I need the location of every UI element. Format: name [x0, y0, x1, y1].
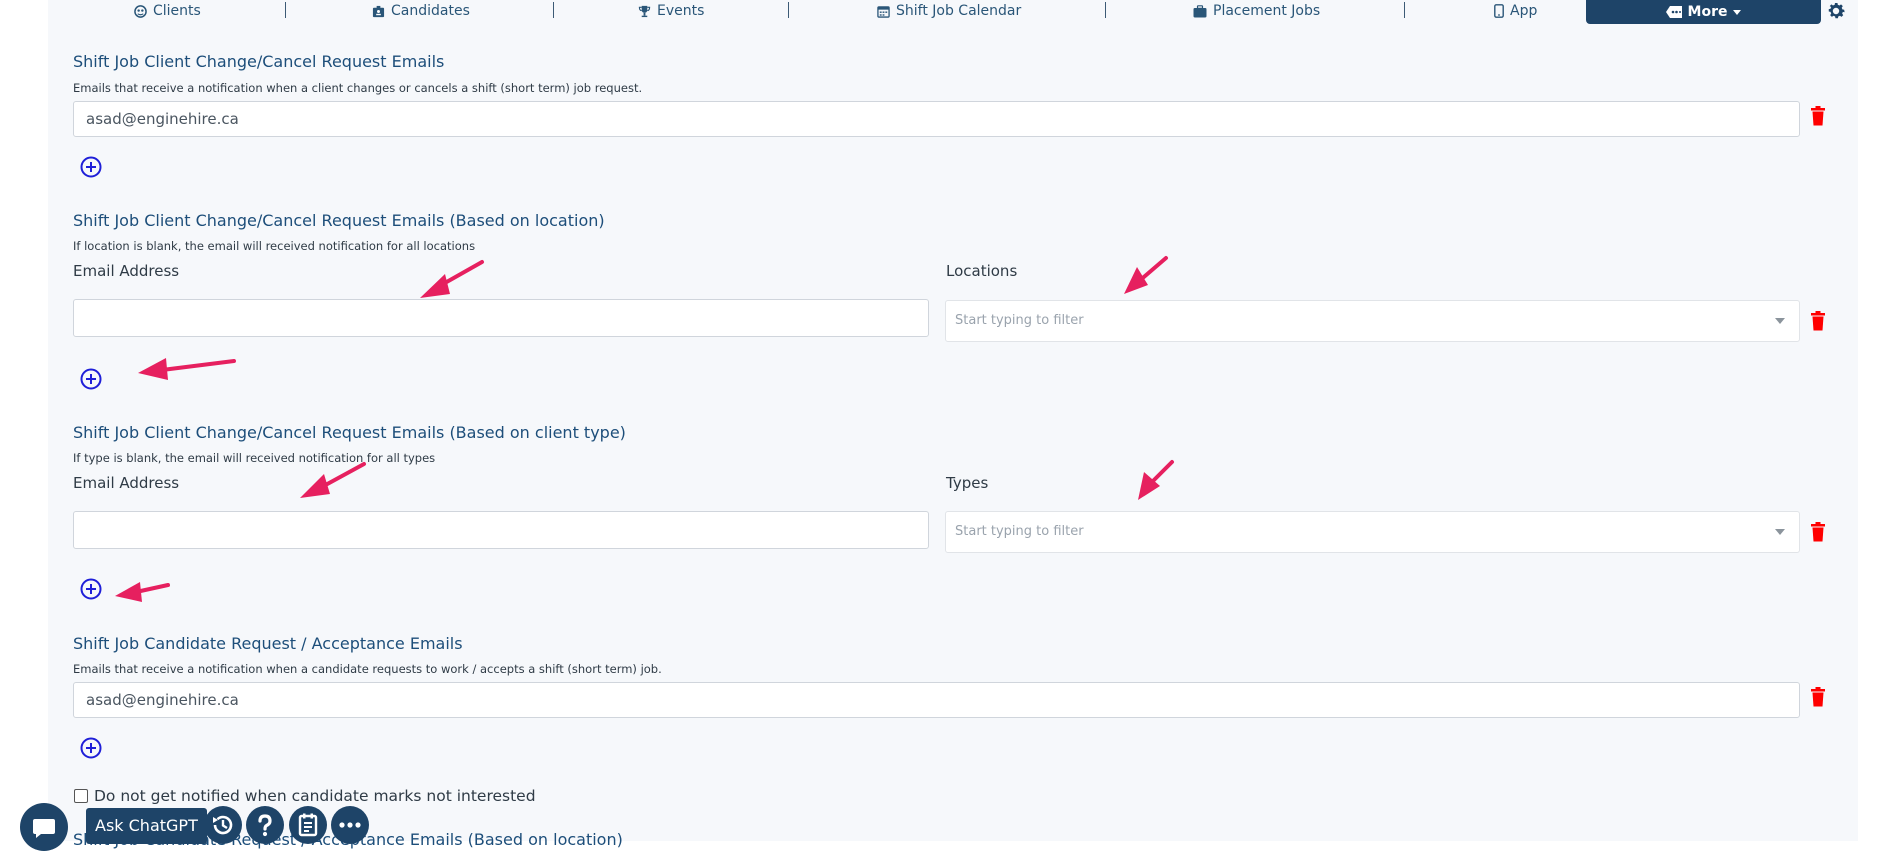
add-circle-icon[interactable] [80, 156, 102, 178]
nav-item-events[interactable]: Events [638, 1, 704, 21]
trophy-icon [638, 5, 651, 17]
top-navigation: Clients Candidates Events Shift Job Cale… [0, 0, 1890, 24]
select-placeholder: Start typing to filter [955, 313, 1084, 328]
section-title: Shift Job Candidate Request / Acceptance… [73, 634, 463, 653]
annotation-arrow [1124, 256, 1168, 294]
more-menu-button[interactable]: More [1586, 0, 1821, 24]
notes-button[interactable] [289, 806, 327, 844]
tag-icon [1665, 6, 1682, 18]
chat-button[interactable] [20, 803, 68, 851]
annotation-arrow [115, 582, 170, 602]
locations-label: Locations [946, 262, 1018, 280]
nav-label: App [1510, 3, 1538, 19]
nav-item-app[interactable]: App [1494, 1, 1537, 21]
section-description: Emails that receive a notification when … [73, 81, 643, 95]
calendar-icon [877, 5, 890, 18]
caret-down-icon [1775, 318, 1785, 324]
ask-chatgpt-button[interactable]: Ask ChatGPT [86, 808, 207, 844]
nav-label: Placement Jobs [1213, 3, 1321, 19]
nav-item-shift-job-calendar[interactable]: Shift Job Calendar [877, 1, 1021, 21]
more-options-button[interactable] [331, 806, 369, 844]
caret-down-icon [1733, 9, 1742, 15]
section-title: Shift Job Client Change/Cancel Request E… [73, 52, 445, 71]
nav-item-placement-jobs[interactable]: Placement Jobs [1193, 1, 1320, 21]
candidates-icon [372, 5, 385, 17]
phone-icon [1494, 4, 1504, 18]
trash-icon[interactable] [1810, 106, 1826, 126]
section-description: Emails that receive a notification when … [73, 662, 662, 676]
notepad-icon [298, 813, 318, 837]
clients-icon [134, 4, 147, 18]
email-input[interactable] [73, 299, 929, 337]
annotation-arrow [300, 462, 366, 498]
caret-down-icon [1775, 529, 1785, 535]
trash-icon[interactable] [1810, 522, 1826, 542]
section-description: If type is blank, the email will receive… [73, 451, 436, 465]
nav-label: Shift Job Calendar [896, 3, 1022, 19]
types-select[interactable]: Start typing to filter [945, 511, 1800, 553]
annotation-arrow [420, 260, 484, 298]
select-placeholder: Start typing to filter [955, 524, 1084, 539]
add-circle-icon[interactable] [80, 578, 102, 600]
nav-label: Clients [153, 3, 201, 19]
not-interested-checkbox[interactable] [74, 789, 88, 803]
section-title: Shift Job Client Change/Cancel Request E… [73, 211, 605, 230]
email-input[interactable] [73, 511, 929, 549]
add-circle-icon[interactable] [80, 737, 102, 759]
annotation-arrow [138, 358, 236, 380]
history-button[interactable] [204, 806, 242, 844]
history-icon [213, 815, 233, 835]
nav-item-clients[interactable]: Clients [134, 1, 201, 21]
chat-icon [33, 819, 55, 838]
nav-label: Candidates [391, 3, 470, 19]
more-label: More [1687, 4, 1728, 20]
trash-icon[interactable] [1810, 311, 1826, 331]
checkbox-label: Do not get notified when candidate marks… [94, 787, 536, 805]
nav-item-candidates[interactable]: Candidates [372, 1, 470, 21]
section-title: Shift Job Client Change/Cancel Request E… [73, 423, 626, 442]
briefcase-icon [1193, 4, 1207, 17]
help-button[interactable] [246, 806, 284, 844]
add-circle-icon[interactable] [80, 368, 102, 390]
section-description: If location is blank, the email will rec… [73, 239, 476, 253]
gear-icon[interactable] [1825, 0, 1847, 22]
not-interested-option: Do not get notified when candidate marks… [74, 787, 536, 805]
types-label: Types [946, 474, 989, 492]
email-input[interactable]: asad@enginehire.ca [73, 682, 1800, 718]
email-address-label: Email Address [73, 262, 180, 280]
question-icon [258, 814, 272, 837]
email-input[interactable]: asad@enginehire.ca [73, 101, 1800, 137]
locations-select[interactable]: Start typing to filter [945, 300, 1800, 342]
annotation-arrow [1138, 460, 1174, 500]
email-address-label: Email Address [73, 474, 180, 492]
nav-label: Events [657, 3, 705, 19]
trash-icon[interactable] [1810, 687, 1826, 707]
ellipsis-icon [339, 822, 361, 828]
